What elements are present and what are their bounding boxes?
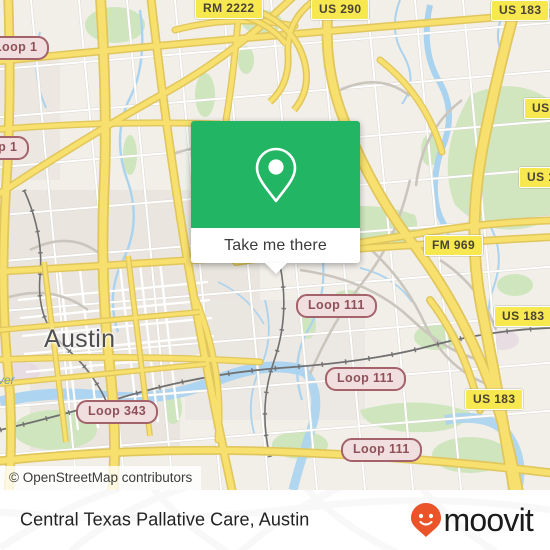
moovit-brand[interactable]: moovit bbox=[410, 502, 534, 538]
card-header bbox=[191, 121, 360, 228]
road-shield: Loop 111 bbox=[341, 438, 422, 462]
road-shield: US 183 bbox=[491, 0, 550, 21]
road-shield: US 183 bbox=[465, 389, 524, 410]
take-me-there-label: Take me there bbox=[224, 236, 327, 254]
moovit-smiley-pin-icon bbox=[410, 503, 441, 537]
road-shield: FM 969 bbox=[424, 235, 484, 256]
footer-bar: Central Texas Pallative Care, Austin moo… bbox=[0, 490, 550, 550]
water-label: ver bbox=[0, 373, 15, 387]
card-pointer-tail bbox=[264, 263, 287, 274]
place-title: Central Texas Pallative Care, Austin bbox=[20, 509, 310, 530]
road-shield: Loop 343 bbox=[76, 400, 159, 424]
map-pin-icon bbox=[255, 147, 296, 202]
road-shield: Loop 1 bbox=[0, 136, 30, 160]
map-canvas[interactable]: Loop 1 Loop 1 RM 2222 US 290 US 183 US 183 US … bbox=[0, 0, 550, 490]
road-shield: US 183 bbox=[524, 98, 550, 119]
road-shield: US 183 bbox=[519, 167, 550, 188]
road-shield: US 183 bbox=[494, 306, 550, 327]
map-screenshot: Loop 1 Loop 1 RM 2222 US 290 US 183 US 183 US … bbox=[0, 0, 550, 550]
city-label-austin: Austin bbox=[44, 325, 116, 353]
road-shield: Loop 111 bbox=[296, 294, 377, 318]
place-info-card[interactable]: Take me there bbox=[191, 121, 360, 274]
map-attribution[interactable]: © OpenStreetMap contributors bbox=[0, 466, 202, 490]
road-shield: Loop 1 bbox=[0, 36, 50, 60]
road-shield: US 290 bbox=[311, 0, 370, 20]
road-shield: Loop 111 bbox=[325, 367, 406, 391]
card-footer[interactable]: Take me there bbox=[191, 228, 360, 274]
brand-wordmark: moovit bbox=[443, 502, 534, 538]
road-shield: RM 2222 bbox=[195, 0, 263, 19]
